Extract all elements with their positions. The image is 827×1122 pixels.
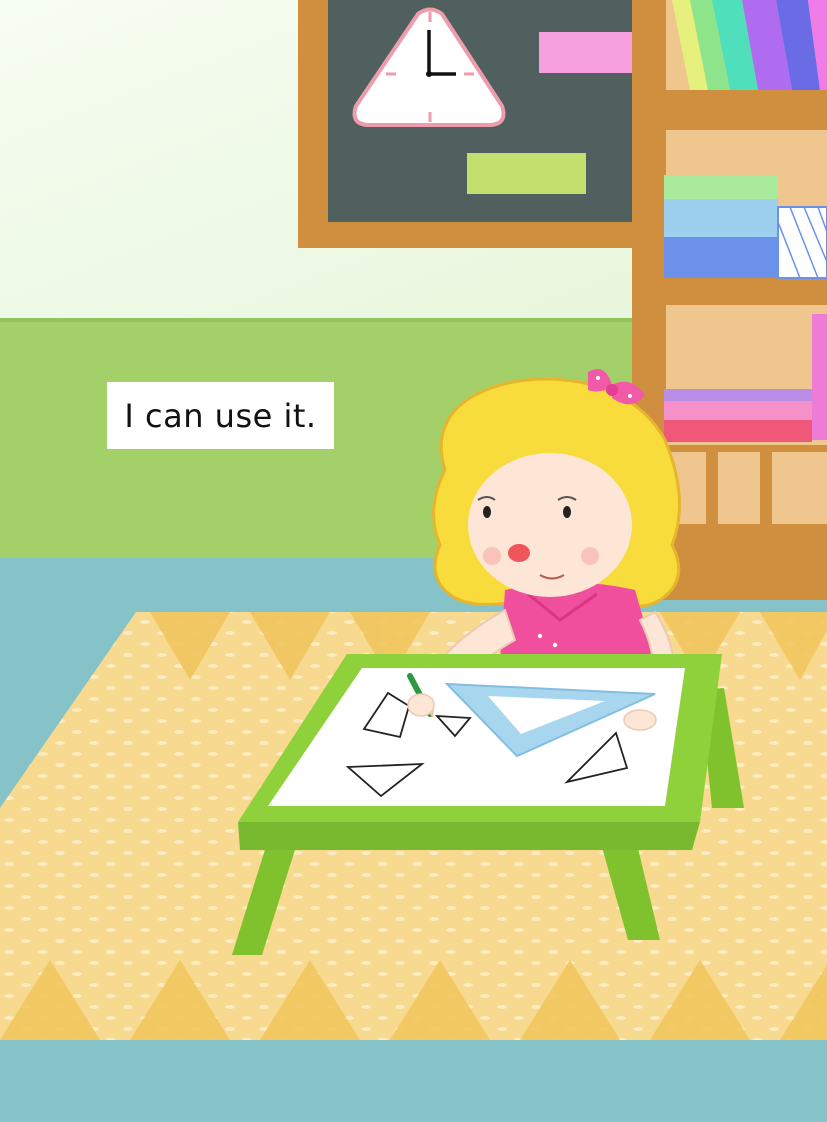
- green-card: [467, 153, 586, 194]
- illustration: [0, 0, 827, 1122]
- nose: [508, 544, 530, 562]
- caption-box: I can use it.: [107, 382, 334, 449]
- caption-text: I can use it.: [124, 396, 317, 435]
- classroom-scene: I can use it.: [0, 0, 827, 1122]
- chalkboard: [298, 0, 648, 248]
- shirt: [500, 582, 655, 660]
- pink-card: [539, 32, 632, 73]
- face: [468, 453, 632, 597]
- top-books: [672, 0, 827, 90]
